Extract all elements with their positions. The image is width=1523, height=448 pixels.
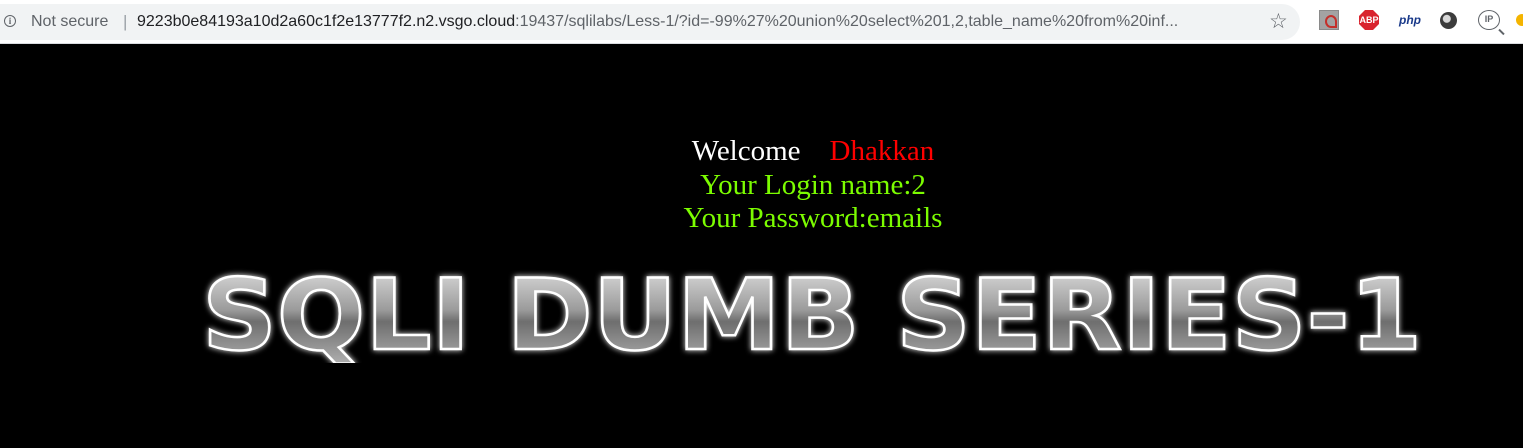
welcome-line: Welcome Dhakkan [0,134,1523,168]
password-text: Your Password:emails [683,202,943,234]
security-label[interactable]: Not secure [31,13,108,31]
address-bar[interactable]: i Not secure | 9223b0e84193a10d2a60c1f2e… [0,4,1300,40]
sqli-banner-logo: SQLI DUMB SERIES-1 [201,263,1424,363]
url-host: 9223b0e84193a10d2a60c1f2e13777f2.n2.vsgo… [137,13,516,30]
url-text[interactable]: 9223b0e84193a10d2a60c1f2e13777f2.n2.vsgo… [137,13,1252,31]
login-name-text: Your Login name:2 [700,169,926,201]
welcome-text: Welcome [691,135,801,167]
scrollbar[interactable] [1516,45,1523,448]
php-extension-icon[interactable]: php [1397,10,1423,30]
welcome-name: Dhakkan [829,135,935,167]
circle-extension-icon[interactable] [1440,12,1457,29]
info-icon[interactable]: i [4,15,16,27]
adblock-plus-icon[interactable]: ABP [1359,10,1379,30]
pdf-extension-icon[interactable] [1319,10,1339,30]
url-separator: | [123,12,128,31]
extension-icon[interactable] [1516,14,1523,26]
ip-extension-icon[interactable]: IP [1478,10,1500,30]
page-body: Welcome Dhakkan Your Login name:2 Your Pa… [0,45,1516,448]
browser-toolbar: i Not secure | 9223b0e84193a10d2a60c1f2e… [0,0,1523,44]
url-path: :19437/sqlilabs/Less-1/?id=-99%27%20unio… [515,13,1179,30]
star-icon[interactable]: ☆ [1269,10,1288,34]
banner-text: SQLI DUMB SERIES-1 [202,263,1422,363]
